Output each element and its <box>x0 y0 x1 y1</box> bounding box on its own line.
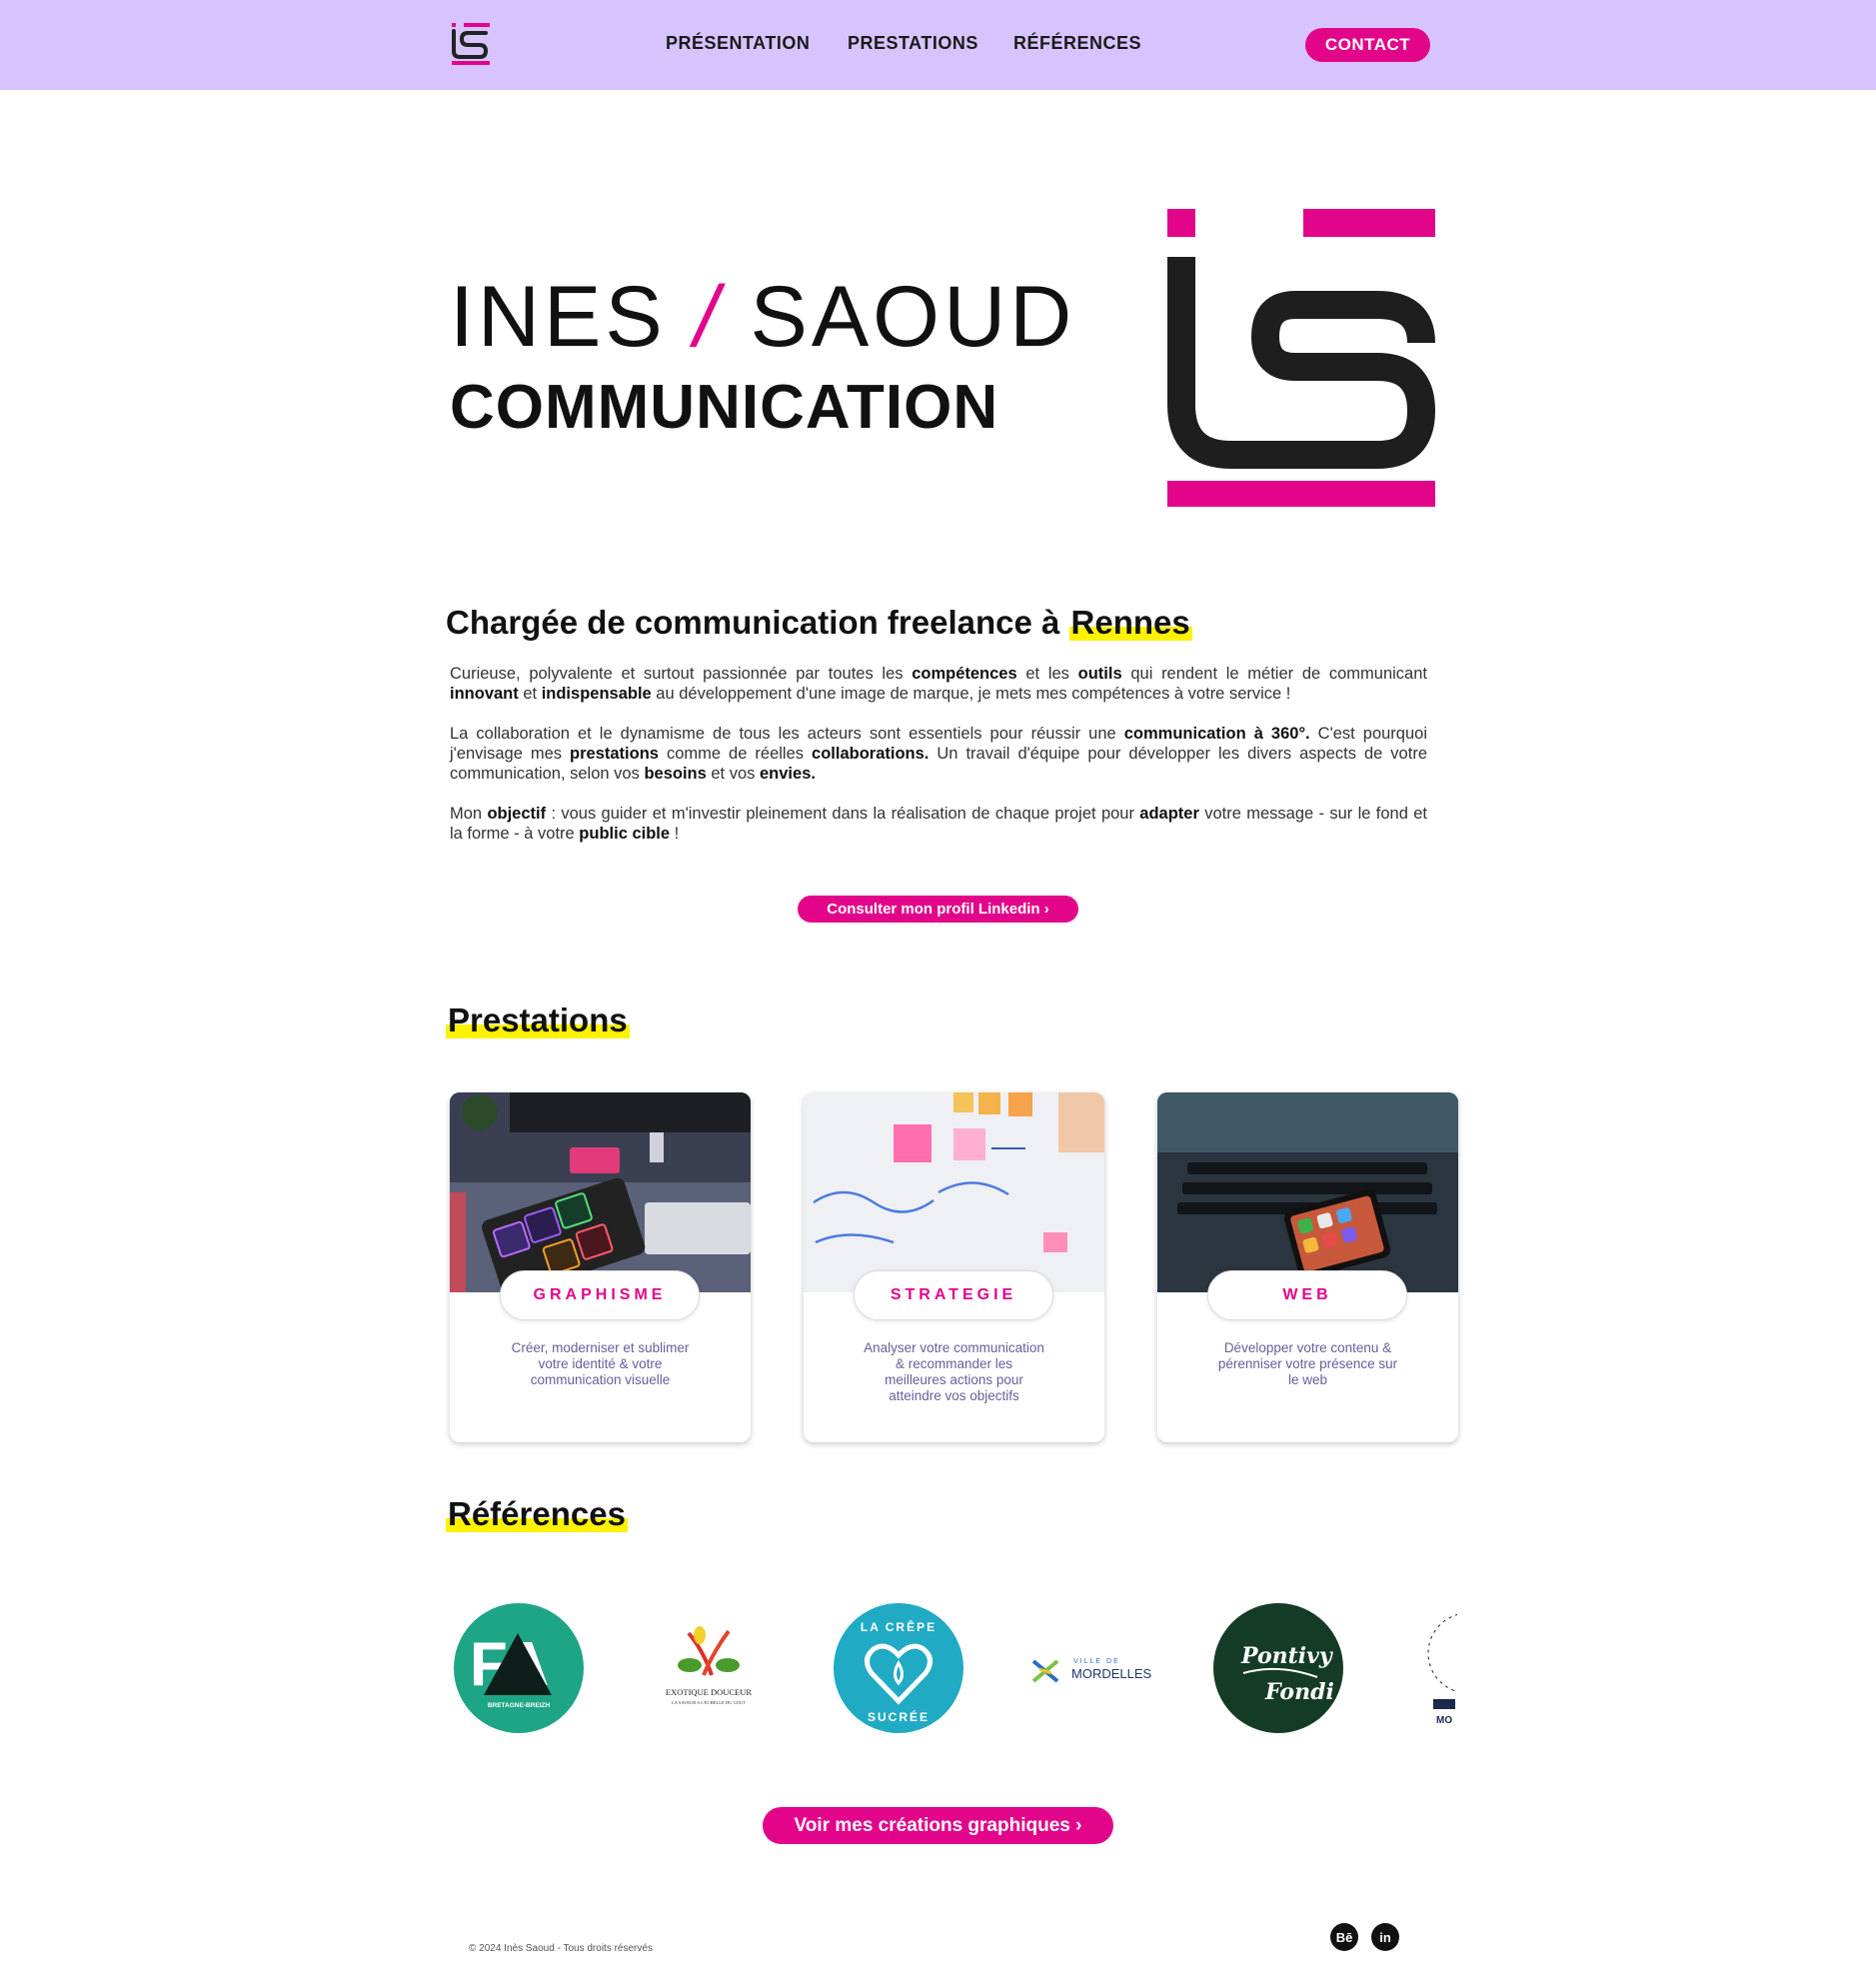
intro-paragraph-2: La collaboration et le dynamisme de tous… <box>450 725 1427 783</box>
card-graphisme-label: GRAPHISME <box>500 1270 700 1320</box>
intro-paragraph-3: Mon objectif : vous guider et m'investir… <box>450 805 1427 843</box>
prestations-heading-text: Prestations <box>446 1001 630 1038</box>
reference-logo-la-crepe-sucree: LA CRÊPE SUCRÉE <box>834 1603 963 1733</box>
emphasis-text: innovant <box>450 685 519 703</box>
card-web-desc: Développer votre contenu & pérenniser vo… <box>1217 1340 1398 1387</box>
prestations-heading: Prestations <box>446 1001 630 1039</box>
emphasis-text: prestations <box>570 745 659 763</box>
svg-text:LA SAVEUR A L'ECHELLE DU GOUT: LA SAVEUR A L'ECHELLE DU GOUT <box>672 1700 746 1705</box>
card-strategie-label: STRATEGIE <box>854 1270 1053 1320</box>
intro-heading-city: Rennes <box>1068 604 1192 641</box>
strategie-image <box>804 1092 1104 1292</box>
reference-logo-fa: FA BRETAGNE-BREIZH <box>454 1603 584 1733</box>
emphasis-text: public cible <box>579 825 671 843</box>
svg-text:LA CRÊPE: LA CRÊPE <box>861 1619 937 1634</box>
site-logo[interactable] <box>450 21 492 67</box>
top-nav-bar: PRÉSENTATION PRESTATIONS RÉFÉRENCES CONT… <box>0 0 1876 90</box>
card-web-label: WEB <box>1207 1270 1407 1320</box>
svg-text:BRETAGNE-BREIZH: BRETAGNE-BREIZH <box>488 1702 551 1709</box>
card-strategie[interactable]: STRATEGIE Analyser votre communication &… <box>804 1092 1104 1442</box>
copyright-text: © 2024 Inès Saoud - Tous droits réservés <box>469 1943 653 1954</box>
emphasis-text: outils <box>1077 665 1122 683</box>
hero-logo <box>1167 209 1435 507</box>
emphasis-text: adapter <box>1139 805 1199 823</box>
svg-text:Pontivy: Pontivy <box>1240 1643 1334 1669</box>
reference-logo-exotique-douceur: EXOTIQUE DOUCEUR LA SAVEUR A L'ECHELLE D… <box>644 1603 774 1733</box>
hero-first-name: INES <box>450 269 667 365</box>
references-heading: Références <box>446 1495 628 1533</box>
hero-slash: / <box>694 269 723 365</box>
nav-prestations[interactable]: PRESTATIONS <box>848 33 978 54</box>
card-graphisme[interactable]: GRAPHISME Créer, moderniser et sublimer … <box>450 1092 751 1442</box>
hero-subtitle: COMMUNICATION <box>450 373 999 442</box>
emphasis-text: objectif <box>487 805 547 823</box>
svg-text:MORDELLES: MORDELLES <box>1071 1666 1152 1681</box>
hero-name: INES / SAOUD <box>450 268 1075 367</box>
linkedin-profile-button[interactable]: Consulter mon profil Linkedin › <box>798 896 1078 923</box>
emphasis-text: besoins <box>644 765 707 783</box>
card-graphisme-desc: Créer, moderniser et sublimer votre iden… <box>511 1340 690 1387</box>
svg-text:VILLE DE: VILLE DE <box>1073 1658 1120 1665</box>
nav-presentation[interactable]: PRÉSENTATION <box>666 33 810 54</box>
card-web[interactable]: WEB Développer votre contenu & pérennise… <box>1157 1092 1458 1442</box>
reference-logo-partial: MO <box>1403 1603 1457 1733</box>
intro-text: Curieuse, polyvalente et surtout passion… <box>450 664 1427 864</box>
behance-icon[interactable]: Bē <box>1330 1923 1358 1951</box>
contact-button[interactable]: CONTACT <box>1305 28 1430 62</box>
linkedin-icon[interactable]: in <box>1371 1923 1399 1951</box>
web-image <box>1157 1092 1458 1292</box>
svg-text:MO: MO <box>1436 1715 1452 1726</box>
nav-references[interactable]: RÉFÉRENCES <box>1013 33 1141 54</box>
svg-text:Fondi: Fondi <box>1264 1679 1334 1705</box>
intro-heading-prefix: Chargée de communication freelance à <box>446 604 1069 641</box>
svg-text:EXOTIQUE DOUCEUR: EXOTIQUE DOUCEUR <box>666 1687 753 1697</box>
svg-text:SUCRÉE: SUCRÉE <box>868 1709 930 1724</box>
emphasis-text: compétences <box>912 665 1017 683</box>
hero-last-name: SAOUD <box>750 269 1076 365</box>
reference-logo-mordelles: VILLE DE MORDELLES <box>1023 1603 1153 1733</box>
emphasis-text: collaborations. <box>812 745 930 763</box>
emphasis-text: communication à 360°. <box>1123 725 1310 743</box>
intro-paragraph-1: Curieuse, polyvalente et surtout passion… <box>450 665 1427 703</box>
graphisme-image <box>450 1092 751 1292</box>
reference-logo-pontivy-fondi: Pontivy Fondi <box>1213 1603 1343 1733</box>
references-heading-text: Références <box>446 1495 628 1532</box>
emphasis-text: envies. <box>760 765 816 783</box>
intro-heading: Chargée de communication freelance à Ren… <box>446 604 1192 642</box>
creations-button[interactable]: Voir mes créations graphiques › <box>763 1807 1113 1844</box>
emphasis-text: indispensable <box>541 685 652 703</box>
card-strategie-desc: Analyser votre communication & recommand… <box>864 1340 1044 1403</box>
